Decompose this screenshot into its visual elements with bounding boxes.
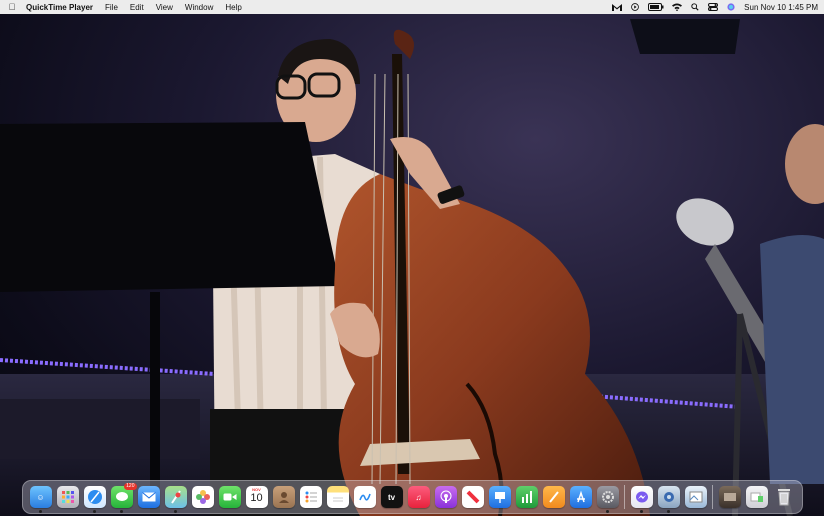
siri-icon[interactable]	[726, 3, 736, 11]
battery-icon[interactable]	[648, 3, 664, 11]
ceiling-panel	[630, 19, 740, 54]
messenger-icon[interactable]	[630, 486, 653, 513]
finder-icon[interactable]: ☺	[29, 486, 52, 513]
apple-tv-label: tv	[387, 492, 396, 502]
messages-icon[interactable]: 120	[110, 483, 137, 513]
podcasts-icon[interactable]	[434, 486, 457, 508]
documents-stack-icon[interactable]	[745, 486, 768, 508]
reminders-icon[interactable]	[299, 486, 322, 508]
contacts-icon[interactable]	[272, 486, 295, 508]
freeform-icon[interactable]	[353, 486, 376, 508]
calendar-day: 10	[250, 492, 263, 504]
downloads-stack-icon[interactable]	[718, 486, 741, 508]
messages-badge: 120	[124, 483, 137, 490]
notes-icon[interactable]	[326, 486, 349, 508]
news-icon[interactable]	[461, 486, 484, 508]
mail-icon[interactable]	[137, 486, 160, 508]
app-store-icon[interactable]	[569, 486, 592, 508]
pages-icon[interactable]	[542, 486, 565, 508]
photos-icon[interactable]	[191, 486, 214, 508]
menu-view[interactable]: View	[156, 3, 173, 12]
keynote-icon[interactable]	[488, 486, 511, 508]
wifi-icon[interactable]	[672, 3, 683, 11]
control-center-icon[interactable]	[708, 3, 719, 11]
menu-edit[interactable]: Edit	[130, 3, 144, 12]
dock-separator	[624, 485, 625, 509]
spotlight-search-icon[interactable]	[690, 3, 700, 11]
screen-sharing-icon[interactable]	[657, 486, 680, 513]
music-stand	[0, 122, 340, 292]
menu-file[interactable]: File	[105, 3, 118, 12]
trash-icon[interactable]	[773, 486, 795, 508]
back-panel	[0, 399, 200, 459]
facetime-icon[interactable]	[218, 486, 241, 508]
menu-help[interactable]: Help	[225, 3, 241, 12]
apple-menu-icon[interactable]: 	[6, 2, 18, 12]
system-settings-icon[interactable]	[596, 486, 619, 513]
numbers-icon[interactable]	[515, 486, 538, 508]
calendar-icon[interactable]: NOV 10	[245, 486, 268, 508]
apple-tv-icon[interactable]: tv	[380, 486, 403, 508]
menu-bar:  QuickTime Player File Edit View Window…	[0, 0, 824, 14]
dock-separator	[712, 485, 713, 509]
menu-clock[interactable]: Sun Nov 10 1:45 PM	[744, 3, 818, 12]
menu-app-name[interactable]: QuickTime Player	[26, 3, 93, 12]
preview-icon[interactable]	[684, 486, 707, 508]
led-strip-left	[0, 358, 216, 376]
launchpad-icon[interactable]	[56, 486, 79, 508]
safari-icon[interactable]	[83, 486, 106, 513]
music-icon[interactable]: ♫	[407, 486, 430, 508]
microphone	[676, 198, 734, 246]
person-right	[760, 235, 824, 484]
menu-window[interactable]: Window	[185, 3, 213, 12]
gmail-status-icon[interactable]	[612, 3, 623, 11]
play-status-icon[interactable]	[630, 3, 640, 11]
dock: ☺ 120 NOV 10 tv ♫	[22, 480, 803, 514]
video-frame[interactable]	[0, 14, 824, 516]
maps-icon[interactable]	[164, 486, 187, 513]
video-scene	[0, 19, 824, 516]
